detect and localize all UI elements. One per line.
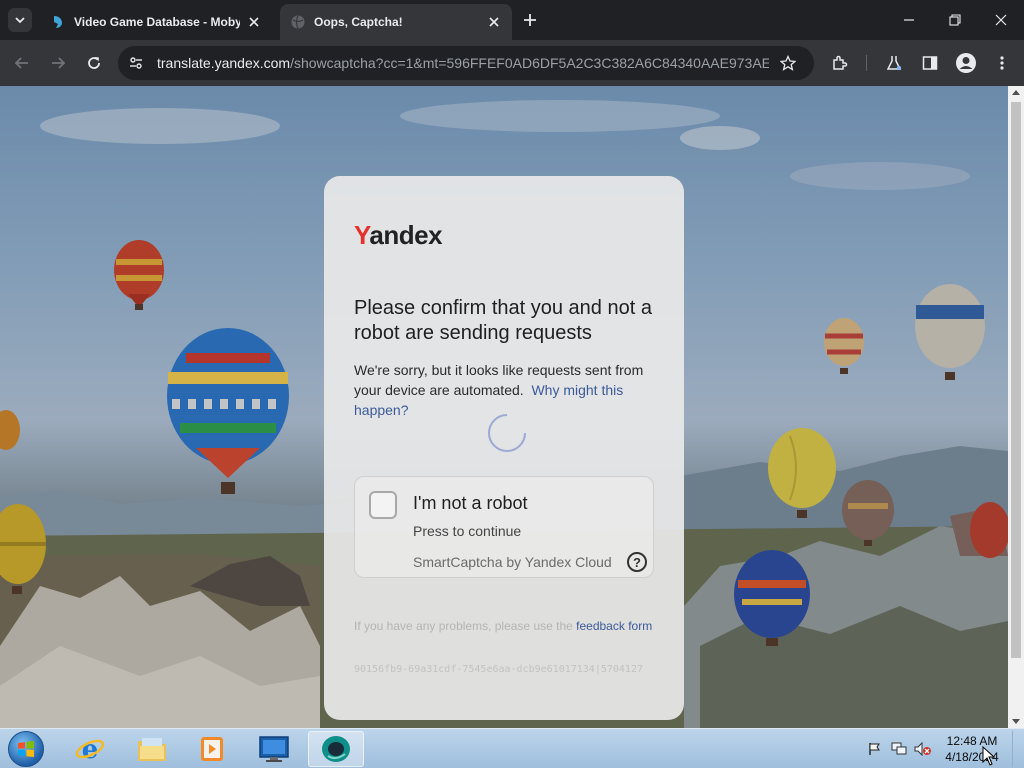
media-player-icon [201,737,223,761]
feedback-link[interactable]: feedback form [576,619,652,633]
chevron-down-icon [15,17,25,24]
url-host: translate.yandex.com [157,55,291,71]
volume-muted-icon [914,742,931,756]
close-tab-icon[interactable] [246,14,262,30]
feedback-text: If you have any problems, please use the [354,619,573,633]
side-panel-icon [922,56,938,70]
svg-text:e: e [82,735,99,764]
extensions-button[interactable] [828,51,852,75]
site-settings-icon[interactable] [124,51,148,75]
show-desktop-button[interactable] [1012,731,1024,767]
captcha-heading: Please confirm that you and not a robot … [354,297,652,344]
start-button[interactable] [8,731,44,767]
tab-search-button[interactable] [8,8,32,32]
tab-title: Video Game Database - MobyGames [74,15,240,29]
taskbar-internet-explorer[interactable]: e [62,731,118,767]
url-text[interactable]: translate.yandex.com/showcaptcha?cc=1&mt… [157,55,769,71]
tray-action-center[interactable] [866,729,884,768]
close-window-button[interactable] [989,8,1013,32]
reload-icon [88,57,100,69]
taskbar: e 12:48 AM 4/18/2024 [0,728,1024,768]
reload-button[interactable] [82,51,106,75]
monitor-icon [259,736,289,762]
captcha-provider: SmartCaptcha by Yandex Cloud [413,554,612,570]
puzzle-icon [833,55,848,70]
tab-mobygames[interactable]: Video Game Database - MobyGames [40,4,272,40]
minimize-icon [904,19,914,21]
back-button[interactable] [10,51,34,75]
yandex-logo: Yandex [354,220,443,251]
bookmark-star-icon[interactable] [776,51,800,75]
scroll-up-arrow-icon[interactable] [1012,90,1020,95]
plus-icon [524,14,536,26]
taskbar-chrome[interactable] [308,731,364,767]
loading-spinner-icon [488,414,526,452]
help-icon[interactable]: ? [627,552,647,572]
taskbar-remote-desktop[interactable] [246,731,302,767]
flask-icon [886,56,902,71]
taskbar-media-player[interactable] [184,731,240,767]
internet-explorer-icon: e [75,735,105,764]
tray-volume[interactable] [913,729,933,768]
restore-icon [949,14,961,26]
scrollbar-thumb[interactable] [1011,102,1021,658]
more-vert-icon [1000,56,1004,70]
tray-network[interactable] [889,729,909,768]
checkbox-sublabel: Press to continue [413,523,522,539]
folder-icon [138,738,166,761]
arrow-right-icon [52,57,66,69]
page-viewport: Yandex Please confirm that you and not a… [0,86,1008,728]
browser-toolbar: translate.yandex.com/showcaptcha?cc=1&mt… [0,40,1024,86]
mouse-cursor-icon [982,746,996,766]
url-path: /showcaptcha?cc=1&mt=596FFEF0AD6DF5A2C3C… [290,55,769,71]
labs-button[interactable] [882,51,906,75]
minimize-button[interactable] [897,8,921,32]
feedback-note: If you have any problems, please use the… [354,618,654,634]
network-icon [891,742,907,755]
mobygames-favicon-icon [50,14,66,30]
chrome-icon [322,736,350,762]
tab-captcha[interactable]: Oops, Captcha! [280,4,512,40]
tab-title: Oops, Captcha! [314,15,403,29]
windows-logo-icon [18,741,34,757]
flag-icon [869,743,880,755]
tab-strip: Video Game Database - MobyGames Oops, Ca… [0,0,1024,40]
request-id: 90156fb9-69a31cdf-7545e6aa-dcb9e61017134… [354,664,643,675]
avatar-icon [956,53,976,73]
forward-button[interactable] [46,51,70,75]
taskbar-file-explorer[interactable] [124,731,180,767]
captcha-description: We're sorry, but it looks like requests … [354,360,664,420]
captcha-card: Yandex Please confirm that you and not a… [324,176,684,720]
checkbox-label[interactable]: I'm not a robot [413,493,528,514]
side-panel-button[interactable] [918,51,942,75]
captcha-widget: I'm not a robot Press to continue SmartC… [354,476,654,578]
close-tab-icon[interactable] [486,14,502,30]
address-bar[interactable]: translate.yandex.com/showcaptcha?cc=1&mt… [118,46,814,80]
restore-button[interactable] [943,8,967,32]
page-scrollbar[interactable] [1008,86,1024,728]
menu-button[interactable] [990,51,1014,75]
scroll-down-arrow-icon[interactable] [1012,719,1020,724]
close-icon [995,14,1007,26]
new-tab-button[interactable] [520,10,540,30]
logo-rest: andex [369,220,443,250]
logo-initial: Y [354,220,370,250]
arrow-left-icon [14,57,28,69]
profile-button[interactable] [954,51,978,75]
globe-icon [290,14,306,30]
not-robot-checkbox[interactable] [369,491,397,519]
toolbar-divider [866,55,867,71]
